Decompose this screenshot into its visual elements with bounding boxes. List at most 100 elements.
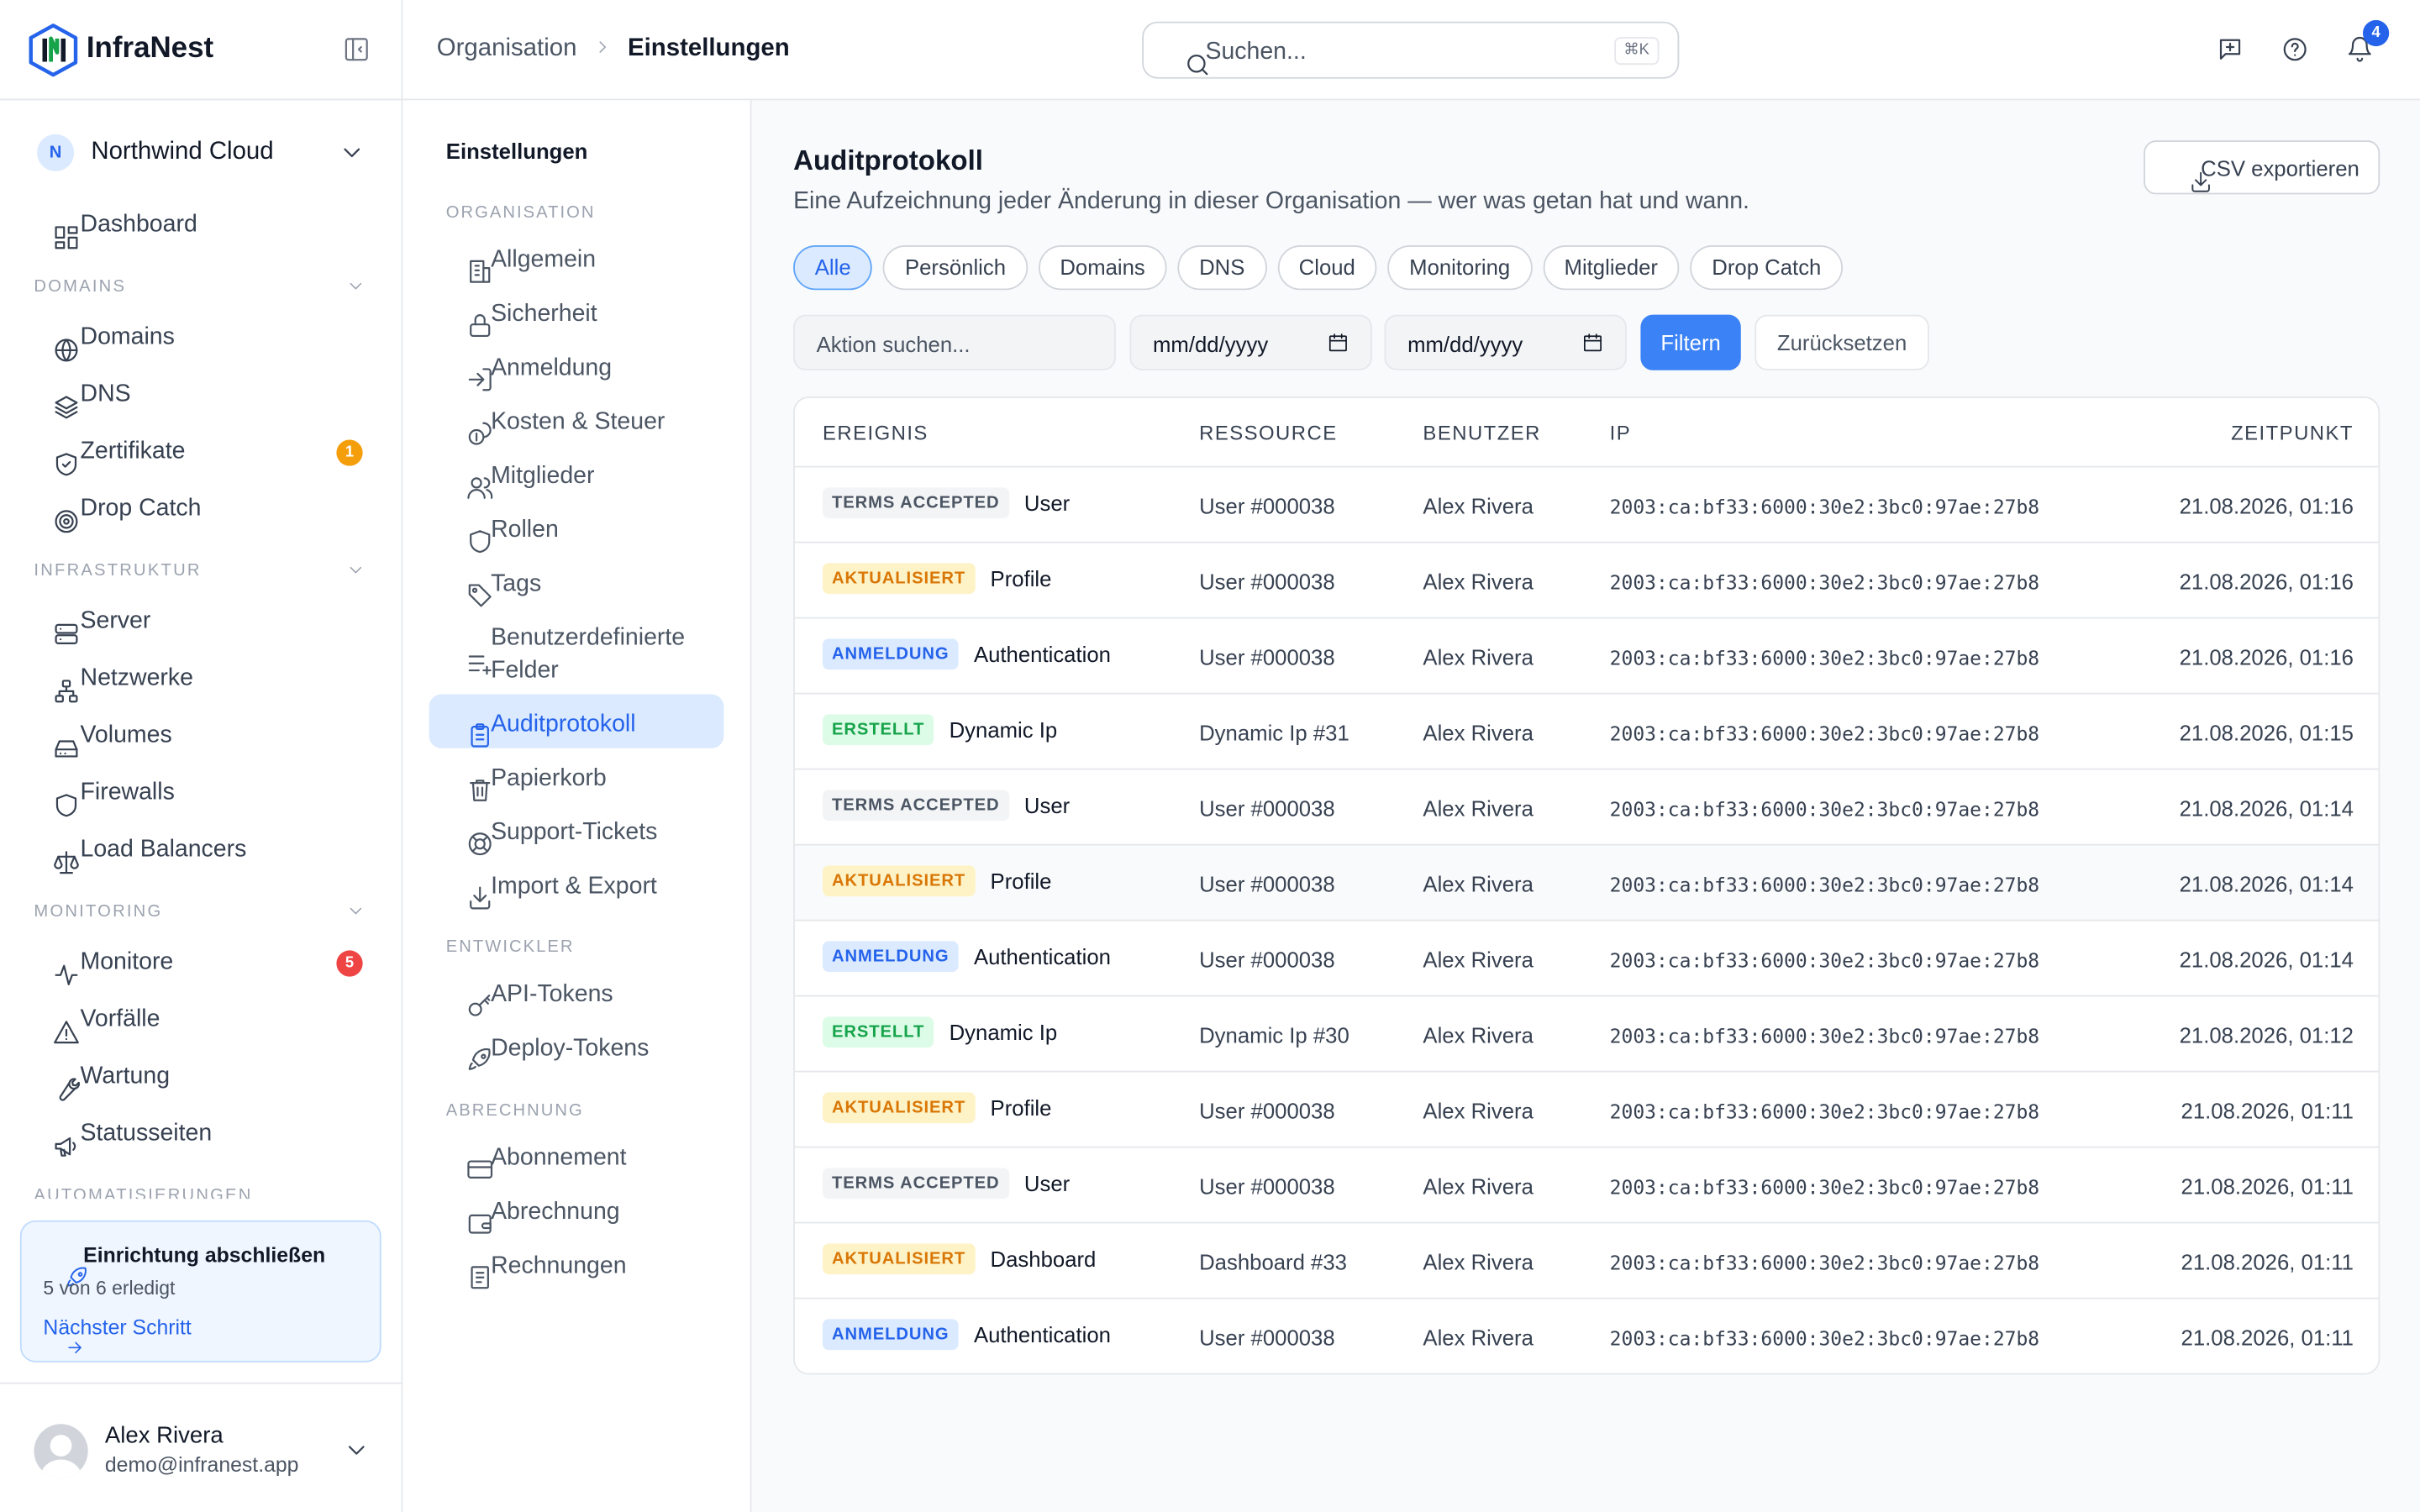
col-user[interactable]: BENUTZER — [1423, 421, 1540, 444]
settings-title: Einstellungen — [445, 139, 588, 164]
settings-item-import-export[interactable]: Import & Export — [429, 856, 724, 910]
nav-item-domains[interactable]: Domains — [18, 312, 382, 364]
audit-log-page: Auditprotokoll Eine Aufzeichnung jeder Ä… — [751, 100, 2420, 1512]
chip-monitoring[interactable]: Monitoring — [1387, 245, 1532, 291]
col-ip[interactable]: IP — [1610, 421, 1632, 444]
col-resource[interactable]: RESSOURCE — [1199, 421, 1337, 444]
settings-item-deploy-tokens[interactable]: Deploy-Tokens — [429, 1018, 724, 1072]
settings-item-roles[interactable]: Rollen — [429, 500, 724, 554]
settings-item-tags[interactable]: Tags — [429, 554, 724, 607]
col-event[interactable]: EREIGNIS — [823, 421, 929, 444]
section-infrastructure[interactable]: INFRASTRUKTUR — [34, 562, 367, 580]
table-row[interactable]: TERMS ACCEPTED User User #000038 Alex River… — [794, 769, 2379, 846]
nav-item-certificates[interactable]: Zertifikate 1 — [18, 426, 382, 478]
feedback-icon[interactable] — [2217, 35, 2244, 63]
server-icon — [35, 608, 78, 645]
date-to-input[interactable]: mm/dd/yyyy — [1384, 314, 1627, 370]
nav-item-drop-catch[interactable]: Drop Catch — [18, 483, 382, 535]
settings-item-audit-log[interactable]: Auditprotokoll — [429, 694, 724, 748]
settings-item-members[interactable]: Mitglieder — [429, 446, 724, 500]
nav-item-server[interactable]: Server — [18, 596, 382, 648]
nav-item-status-pages[interactable]: Statusseiten — [18, 1108, 382, 1160]
resource-cell[interactable]: User #000038 — [1199, 796, 1335, 821]
settings-item-general[interactable]: Allgemein — [429, 230, 724, 284]
settings-item-trash[interactable]: Papierkorb — [429, 748, 724, 802]
settings-item-custom-fields[interactable]: Benutzerdefinierte Felder — [429, 608, 724, 689]
setup-next-link[interactable]: Nächster Schritt — [43, 1316, 197, 1354]
breadcrumb-parent[interactable]: Organisation — [437, 35, 577, 61]
infranest-logo-icon[interactable] — [28, 24, 79, 77]
reset-button[interactable]: Zurücksetzen — [1754, 314, 1929, 370]
resource-cell[interactable]: User #000038 — [1199, 1099, 1335, 1123]
event-cell: ANMELDUNG Authentication — [822, 638, 1111, 670]
chip-cloud[interactable]: Cloud — [1276, 245, 1377, 291]
resource-cell[interactable]: User #000038 — [1199, 872, 1335, 896]
help-icon[interactable] — [2281, 35, 2309, 63]
alert-triangle-icon — [35, 1006, 79, 1044]
table-row[interactable]: AKTUALISIERT Dashboard Dashboard #33 Alex R… — [794, 1223, 2379, 1299]
resource-cell[interactable]: User #000038 — [1199, 1174, 1335, 1199]
section-domains[interactable]: DOMAINS — [34, 278, 367, 297]
nav-item-dashboard[interactable]: Dashboard — [18, 199, 382, 251]
chip-all[interactable]: Alle — [793, 245, 873, 291]
nav-item-dns[interactable]: DNS — [18, 369, 382, 421]
calendar-icon[interactable] — [1582, 332, 1604, 354]
resource-cell[interactable]: User #000038 — [1199, 645, 1335, 669]
settings-item-subscription[interactable]: Abonnement — [429, 1128, 724, 1182]
resource-cell[interactable]: User #000038 — [1199, 494, 1335, 518]
resource-cell[interactable]: Dynamic Ip #31 — [1199, 721, 1349, 745]
action-search-input[interactable]: Aktion suchen... — [793, 314, 1116, 370]
nav-item-maintenance[interactable]: Wartung — [18, 1051, 382, 1103]
nav-item-incidents[interactable]: Vorfälle — [18, 994, 382, 1046]
resource-cell[interactable]: Dashboard #33 — [1199, 1250, 1347, 1274]
table-row[interactable]: ANMELDUNG Authentication User #000038 Alex … — [794, 921, 2379, 997]
table-row[interactable]: ERSTELLT Dynamic Ip Dynamic Ip #30 Alex Riv… — [794, 996, 2379, 1073]
settings-item-support[interactable]: Support-Tickets — [429, 802, 724, 856]
table-row[interactable]: AKTUALISIERT Profile User #000038 Alex Rive… — [794, 543, 2379, 619]
table-row[interactable]: TERMS ACCEPTED User User #000038 Alex River… — [794, 1147, 2379, 1224]
settings-item-costs[interactable]: Kosten & Steuer — [429, 392, 724, 446]
settings-item-security[interactable]: Sicherheit — [429, 284, 724, 338]
settings-item-billing[interactable]: Abrechnung — [429, 1182, 724, 1236]
event-name: Profile — [990, 1095, 1052, 1121]
nav-item-firewalls[interactable]: Firewalls — [18, 767, 382, 819]
date-from-input[interactable]: mm/dd/yyyy — [1129, 314, 1372, 370]
table-row[interactable]: AKTUALISIERT Profile User #000038 Alex Rive… — [794, 845, 2379, 921]
filter-button[interactable]: Filtern — [1640, 314, 1741, 370]
user-cell: Alex Rivera — [1423, 1325, 1534, 1351]
section-monitoring[interactable]: MONITORING — [34, 902, 367, 921]
chip-members[interactable]: Mitglieder — [1542, 245, 1680, 291]
settings-item-login[interactable]: Anmeldung — [429, 338, 724, 391]
settings-item-invoices[interactable]: Rechnungen — [429, 1236, 724, 1289]
chip-domains[interactable]: Domains — [1038, 245, 1167, 291]
csv-export-button[interactable]: CSV exportieren — [2144, 140, 2381, 195]
org-switcher[interactable]: N Northwind Cloud — [18, 123, 382, 182]
search-input[interactable]: Suchen... ⌘K — [1142, 21, 1680, 79]
table-row[interactable]: ANMELDUNG Authentication User #000038 Alex … — [794, 618, 2379, 695]
nav-item-load-balancers[interactable]: Load Balancers — [18, 824, 382, 876]
time-cell: 21.08.2026, 01:11 — [2181, 1173, 2354, 1200]
resource-cell[interactable]: Dynamic Ip #30 — [1199, 1023, 1349, 1047]
nav-item-monitors[interactable]: Monitore 5 — [18, 937, 382, 989]
time-cell: 21.08.2026, 01:12 — [2179, 1022, 2354, 1048]
chip-drop-catch[interactable]: Drop Catch — [1690, 245, 1844, 291]
user-menu[interactable]: Alex Rivera demo@infranest.app — [0, 1382, 403, 1512]
table-row[interactable]: AKTUALISIERT Profile User #000038 Alex Rive… — [794, 1072, 2379, 1148]
trash-icon — [448, 762, 491, 801]
table-row[interactable]: ANMELDUNG Authentication User #000038 Alex … — [794, 1299, 2379, 1373]
chip-dns[interactable]: DNS — [1177, 245, 1267, 291]
table-row[interactable]: TERMS ACCEPTED User User #000038 Alex River… — [794, 467, 2379, 543]
calendar-icon[interactable] — [1328, 332, 1349, 354]
resource-cell[interactable]: User #000038 — [1199, 570, 1335, 594]
resource-cell[interactable]: User #000038 — [1199, 1326, 1335, 1350]
col-time[interactable]: ZEITPUNKT — [2231, 421, 2354, 444]
table-row[interactable]: ERSTELLT Dynamic Ip Dynamic Ip #31 Alex Riv… — [794, 694, 2379, 770]
sidebar-collapse-icon[interactable] — [343, 35, 371, 63]
settings-item-api-tokens[interactable]: API-Tokens — [429, 964, 724, 1018]
section-automation[interactable]: AUTOMATISIERUNGEN — [34, 1186, 367, 1199]
resource-cell[interactable]: User #000038 — [1199, 948, 1335, 972]
chip-personal[interactable]: Persönlich — [883, 245, 1028, 291]
nav-item-volumes[interactable]: Volumes — [18, 710, 382, 762]
nav-item-networks[interactable]: Netzwerke — [18, 653, 382, 705]
page-title: Auditprotokoll — [793, 144, 983, 176]
